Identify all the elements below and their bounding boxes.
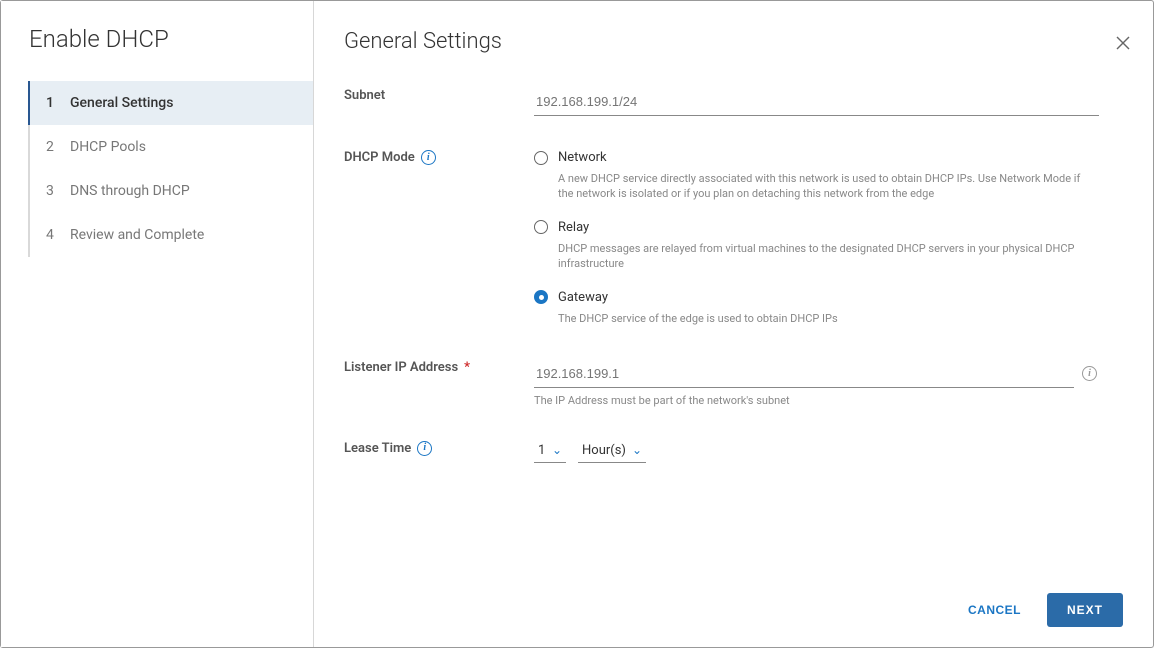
step-label: DNS through DHCP [70, 183, 190, 199]
wizard-steps: 1 General Settings 2 DHCP Pools 3 DNS th… [28, 81, 313, 257]
radio-network[interactable]: Network [534, 150, 1123, 165]
radio-gateway[interactable]: Gateway [534, 290, 1123, 305]
footer: CANCEL NEXT [344, 593, 1123, 627]
next-button[interactable]: NEXT [1047, 593, 1123, 627]
listener-ip-input[interactable] [534, 360, 1074, 388]
helper-text: The IP Address must be part of the netwo… [534, 394, 1123, 407]
info-icon[interactable]: i [417, 441, 432, 456]
step-label: DHCP Pools [70, 139, 146, 155]
radio-icon [534, 290, 548, 304]
close-icon[interactable] [1115, 35, 1133, 53]
info-icon[interactable]: i [421, 150, 436, 165]
dhcp-mode-radio-group: Network A new DHCP service directly asso… [534, 150, 1123, 326]
lease-value-select[interactable]: 1 ⌄ [534, 441, 566, 463]
step-label: General Settings [70, 95, 173, 111]
info-icon[interactable]: i [1082, 366, 1097, 381]
label-dhcp-mode: DHCP Mode i [344, 150, 534, 326]
chevron-down-icon: ⌄ [552, 443, 562, 457]
chevron-down-icon: ⌄ [632, 443, 642, 457]
label-subnet: Subnet [344, 88, 534, 116]
radio-icon [534, 151, 548, 165]
required-asterisk: * [464, 360, 470, 375]
subnet-input[interactable] [534, 88, 1099, 116]
sidebar-title: Enable DHCP [1, 25, 313, 81]
lease-unit-select[interactable]: Hour(s) ⌄ [578, 441, 646, 463]
radio-desc: DHCP messages are relayed from virtual m… [558, 241, 1098, 272]
row-lease-time: Lease Time i 1 ⌄ Hour(s) ⌄ [344, 441, 1123, 463]
step-general-settings[interactable]: 1 General Settings [28, 81, 313, 125]
row-subnet: Subnet [344, 88, 1123, 116]
radio-label: Gateway [558, 290, 608, 305]
label-listener-ip: Listener IP Address * [344, 360, 534, 407]
radio-icon [534, 220, 548, 234]
modal-enable-dhcp: Enable DHCP 1 General Settings 2 DHCP Po… [0, 0, 1154, 648]
radio-desc: The DHCP service of the edge is used to … [558, 311, 1098, 326]
step-dhcp-pools[interactable]: 2 DHCP Pools [30, 125, 313, 169]
row-listener-ip: Listener IP Address * i The IP Address m… [344, 360, 1123, 407]
step-review-complete[interactable]: 4 Review and Complete [30, 213, 313, 257]
radio-label: Relay [558, 220, 589, 235]
main-panel: General Settings Subnet DHCP Mode i Netw… [314, 1, 1153, 647]
radio-label: Network [558, 150, 607, 165]
wizard-sidebar: Enable DHCP 1 General Settings 2 DHCP Po… [1, 1, 314, 647]
cancel-button[interactable]: CANCEL [960, 593, 1029, 627]
radio-desc: A new DHCP service directly associated w… [558, 171, 1098, 202]
radio-relay[interactable]: Relay [534, 220, 1123, 235]
label-lease-time: Lease Time i [344, 441, 534, 463]
page-title: General Settings [344, 29, 1123, 54]
step-dns-through-dhcp[interactable]: 3 DNS through DHCP [30, 169, 313, 213]
step-label: Review and Complete [70, 227, 204, 243]
row-dhcp-mode: DHCP Mode i Network A new DHCP service d… [344, 150, 1123, 326]
